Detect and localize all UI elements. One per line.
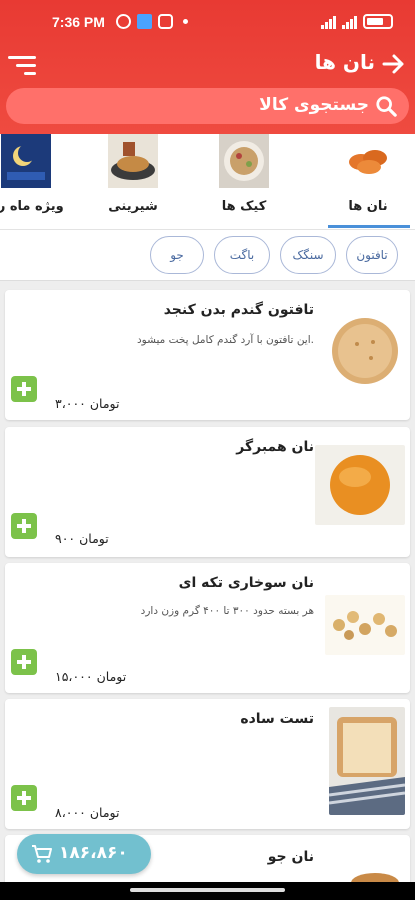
- cart-icon: [32, 845, 52, 863]
- add-to-cart-button[interactable]: [11, 513, 37, 539]
- product-description: هر بسته حدود ۳۰۰ تا ۴۰۰ گرم وزن دارد: [140, 605, 314, 617]
- chip-sangak[interactable]: سنگک: [280, 236, 336, 274]
- filter-icon[interactable]: [8, 54, 36, 76]
- back-arrow-icon[interactable]: [381, 52, 405, 76]
- cart-total: ۱۸۶،۸۶۰: [59, 843, 128, 863]
- product-name: تست ساده: [240, 711, 314, 727]
- product-price: ۸،۰۰۰ تومان: [55, 805, 120, 820]
- product-name: نان جو: [267, 849, 314, 865]
- status-time: 7:36 PM: [52, 14, 105, 30]
- product-image: [329, 707, 405, 815]
- tab-label: شیرینی: [108, 199, 158, 214]
- signal-2-icon: [342, 16, 357, 29]
- chip-taftoon[interactable]: تافتون: [346, 236, 398, 274]
- home-gesture-pill[interactable]: [130, 888, 285, 892]
- category-tabs: نان ها کیک ها شیرینی ویژه ماه رم: [0, 134, 415, 229]
- signal-icon: [321, 16, 336, 29]
- product-card[interactable]: تافتون گندم بدن کنجد این تافتون با آرد گ…: [5, 290, 410, 420]
- app-bar: نان ها: [0, 46, 415, 84]
- product-name: نان سوخاری تکه ای: [178, 575, 314, 591]
- tab-sweets[interactable]: شیرینی: [93, 134, 173, 229]
- subcategory-chips: تافتون سنگک باگت جو: [0, 229, 415, 281]
- tab-label: نان ها: [348, 199, 388, 214]
- product-name: تافتون گندم بدن کنجد: [163, 302, 314, 318]
- status-bar: 7:36 PM: [0, 0, 415, 46]
- cakes-thumbnail: [219, 134, 269, 188]
- add-to-cart-button[interactable]: [11, 785, 37, 811]
- system-nav-bar: [0, 882, 415, 900]
- product-description: این تافتون با آرد گندم کامل پخت میشود.: [137, 334, 314, 346]
- tab-breads[interactable]: نان ها: [328, 134, 408, 229]
- active-tab-indicator: [328, 225, 410, 228]
- breads-thumbnail: [343, 134, 393, 188]
- product-image: [315, 445, 405, 525]
- tab-label: کیک ها: [221, 199, 267, 214]
- tab-label: ویژه ماه رم: [0, 199, 64, 214]
- sweets-thumbnail: [108, 134, 158, 188]
- header: 7:36 PM نان ها جستجوی کالا: [0, 0, 415, 134]
- search-input[interactable]: جستجوی کالا: [6, 88, 409, 124]
- chip-baguette[interactable]: باگت: [214, 236, 270, 274]
- system-icons: [321, 14, 393, 29]
- more-dot-icon: [183, 19, 188, 24]
- message-icon: [137, 14, 152, 29]
- search-icon: [376, 96, 397, 117]
- tab-cakes[interactable]: کیک ها: [204, 134, 284, 229]
- battery-icon: [363, 14, 393, 29]
- product-card[interactable]: نان همبرگر ۹۰۰ تومان: [5, 427, 410, 557]
- product-image: [325, 595, 405, 655]
- page-title: نان ها: [314, 50, 375, 74]
- product-image: [325, 308, 405, 394]
- add-to-cart-button[interactable]: [11, 376, 37, 402]
- product-card[interactable]: تست ساده ۸،۰۰۰ تومان: [5, 699, 410, 829]
- product-name: نان همبرگر: [236, 439, 314, 455]
- product-card[interactable]: نان سوخاری تکه ای هر بسته حدود ۳۰۰ تا ۴۰…: [5, 563, 410, 693]
- add-to-cart-button[interactable]: [11, 649, 37, 675]
- tab-ramadan-special[interactable]: ویژه ماه رم: [0, 134, 66, 229]
- ramadan-thumbnail: [1, 134, 51, 188]
- whatsapp-icon: [116, 14, 131, 29]
- search-placeholder: جستجوی کالا: [259, 95, 369, 115]
- instagram-icon: [158, 14, 173, 29]
- product-price: ۳،۰۰۰ تومان: [55, 396, 120, 411]
- chip-barley[interactable]: جو: [150, 236, 204, 274]
- cart-button[interactable]: ۱۸۶،۸۶۰: [17, 834, 151, 874]
- product-price: ۱۵،۰۰۰ تومان: [55, 669, 127, 684]
- notification-icons: [116, 14, 188, 29]
- product-price: ۹۰۰ تومان: [55, 531, 109, 546]
